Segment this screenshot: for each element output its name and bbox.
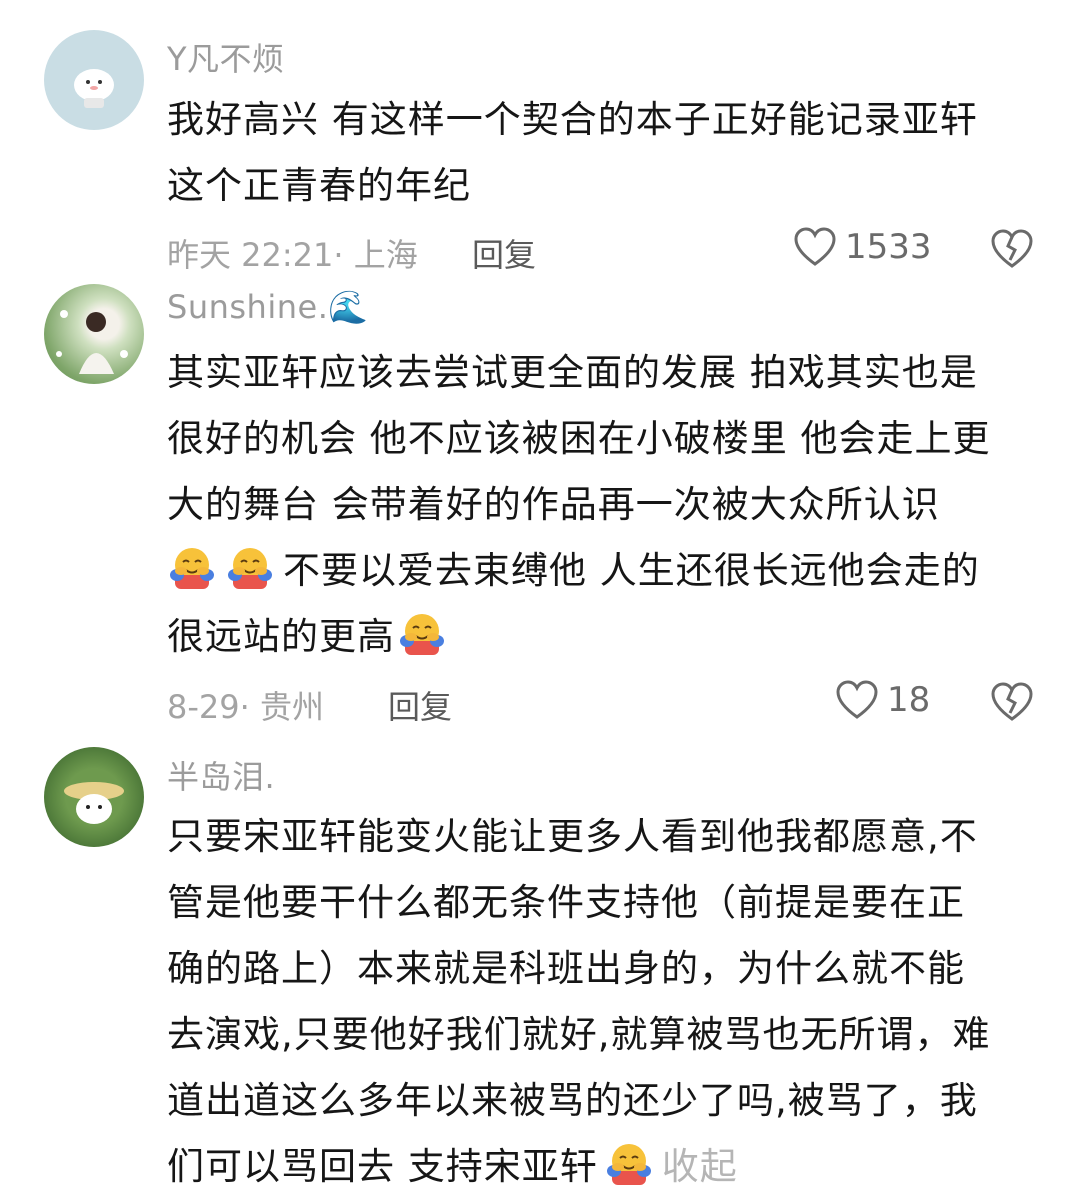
- comment-line: 们可以骂回去 支持宋亚轩 收起: [167, 1134, 1047, 1200]
- like-count: 18: [887, 680, 931, 720]
- comment-line: 道出道这么多年以来被骂的还少了吗,被骂了，我: [167, 1079, 978, 1122]
- hugging-face-emoji: [604, 1141, 654, 1187]
- comment-line: 管是他要干什么都无条件支持他（前提是要在正: [167, 881, 965, 924]
- avatar[interactable]: [44, 747, 144, 847]
- avatar[interactable]: [44, 30, 144, 130]
- broken-heart-icon: [991, 682, 1033, 721]
- comment-text: 只要宋亚轩能变火能让更多人看到他我都愿意,不 管是他要干什么都无条件支持他（前提…: [167, 804, 1047, 1200]
- dislike-button[interactable]: [990, 228, 1034, 274]
- comment-line: 确的路上）本来就是科班出身的，为什么就不能: [167, 947, 965, 990]
- like-button[interactable]: 1533: [793, 226, 932, 268]
- comment-line-text: 不要以爱去束缚他 人生还很长远他会走的: [283, 549, 980, 592]
- comment-username[interactable]: 半岛泪.: [167, 752, 275, 798]
- comment-line: 很远站的更高: [167, 604, 1047, 670]
- hugging-face-emoji: [397, 611, 447, 657]
- avatar-image: [56, 310, 128, 374]
- comment-line: 这个正青春的年纪: [167, 164, 471, 207]
- avatar-image: [74, 69, 114, 108]
- comment-username[interactable]: Sunshine.🌊: [167, 288, 369, 326]
- broken-heart-icon: [991, 229, 1033, 268]
- heart-outline-icon: [794, 227, 836, 266]
- comment-meta: 昨天 22:21· 上海: [167, 236, 418, 274]
- avatar[interactable]: [44, 284, 144, 384]
- heart-outline-icon: [836, 680, 878, 719]
- hugging-face-emoji: [225, 545, 275, 591]
- comment-line: 去演戏,只要他好我们就好,就算被骂也无所谓，难: [167, 1013, 991, 1056]
- comment-text: 其实亚轩应该去尝试更全面的发展 拍戏其实也是 很好的机会 他不应该被困在小破楼里…: [167, 340, 1047, 670]
- comment-line: 其实亚轩应该去尝试更全面的发展 拍戏其实也是: [167, 351, 978, 394]
- dislike-button[interactable]: [990, 681, 1034, 727]
- comment-meta: 8-29· 贵州: [167, 688, 324, 726]
- comment-username[interactable]: Y凡不烦: [167, 34, 285, 80]
- like-count: 1533: [845, 227, 932, 267]
- comment-line-text: 很远站的更高: [167, 615, 395, 658]
- comment-line: 我好高兴 有这样一个契合的本子正好能记录亚轩: [167, 98, 978, 141]
- reply-button[interactable]: 回复: [472, 230, 536, 276]
- comment-line: 不要以爱去束缚他 人生还很长远他会走的: [167, 538, 1047, 604]
- reply-button[interactable]: 回复: [388, 682, 452, 728]
- comment-line: 只要宋亚轩能变火能让更多人看到他我都愿意,不: [167, 815, 978, 858]
- hugging-face-emoji: [167, 545, 217, 591]
- collapse-button[interactable]: 收起: [662, 1145, 738, 1188]
- comment-text: 我好高兴 有这样一个契合的本子正好能记录亚轩 这个正青春的年纪: [167, 87, 1047, 219]
- avatar-image: [64, 782, 124, 824]
- like-button[interactable]: 18: [835, 679, 930, 721]
- comment-line: 大的舞台 会带着好的作品再一次被大众所认识: [167, 483, 940, 526]
- comment-line-text: 们可以骂回去 支持宋亚轩: [167, 1145, 598, 1188]
- comment-line: 很好的机会 他不应该被困在小破楼里 他会走上更: [167, 417, 991, 460]
